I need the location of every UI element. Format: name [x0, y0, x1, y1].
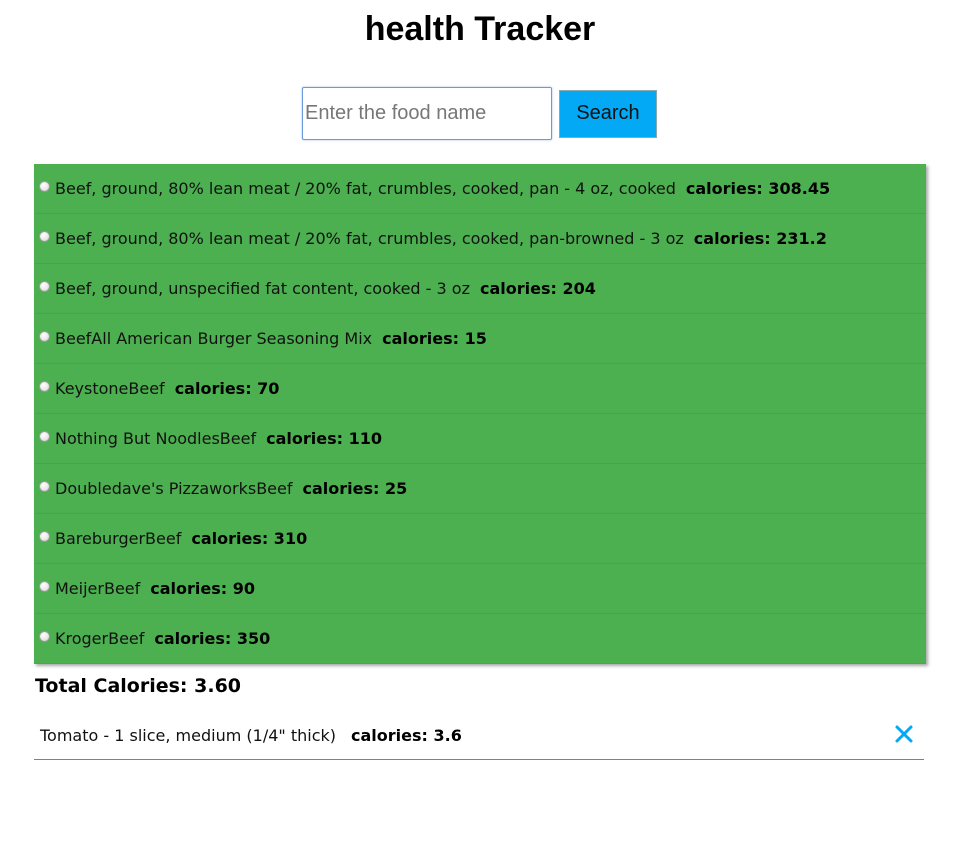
results-list: Beef, ground, 80% lean meat / 20% fat, c…: [34, 164, 926, 664]
result-item[interactable]: BareburgerBeef calories: 310: [34, 514, 926, 564]
food-name: Beef, ground, 80% lean meat / 20% fat, c…: [55, 229, 684, 248]
calories-label: calories: 231.2: [693, 229, 827, 248]
search-form: Search: [302, 87, 657, 140]
calories-label: calories: 15: [382, 329, 487, 348]
food-name: BareburgerBeef: [55, 529, 182, 548]
radio-icon[interactable]: [39, 381, 50, 392]
food-name: MeijerBeef: [55, 579, 141, 598]
search-button[interactable]: Search: [559, 89, 657, 138]
result-item[interactable]: KeystoneBeef calories: 70: [34, 364, 926, 414]
page-title: health Tracker: [364, 10, 596, 48]
calories-label: calories: 90: [150, 579, 256, 598]
page: health Tracker Search Beef, ground, 80% …: [0, 0, 963, 868]
result-item[interactable]: Beef, ground, 80% lean meat / 20% fat, c…: [34, 214, 926, 264]
food-name: Beef, ground, unspecified fat content, c…: [55, 279, 470, 298]
radio-icon[interactable]: [39, 331, 50, 342]
selected-food-name: Tomato - 1 slice, medium (1/4" thick): [40, 726, 336, 745]
total-calories: Total Calories: 3.60: [35, 675, 242, 697]
radio-icon[interactable]: [39, 481, 50, 492]
calories-label: calories: 350: [154, 629, 271, 648]
calories-label: calories: 308.45: [685, 179, 831, 198]
food-name: Nothing But NoodlesBeef: [55, 429, 257, 448]
food-name: BeefAll American Burger Seasoning Mix: [55, 329, 373, 348]
radio-icon[interactable]: [39, 281, 50, 292]
calories-label: calories: 70: [174, 379, 280, 398]
food-name: KeystoneBeef: [55, 379, 165, 398]
result-item[interactable]: MeijerBeef calories: 90: [34, 564, 926, 614]
result-item[interactable]: Nothing But NoodlesBeef calories: 110: [34, 414, 926, 464]
result-item[interactable]: BeefAll American Burger Seasoning Mix ca…: [34, 314, 926, 364]
calories-label: calories: 310: [191, 529, 308, 548]
selected-calories-label: calories: 3.6: [351, 726, 462, 745]
selected-food-item: Tomato - 1 slice, medium (1/4" thick) ca…: [34, 712, 924, 760]
calories-label: calories: 110: [266, 429, 382, 448]
food-name: KrogerBeef: [55, 629, 145, 648]
radio-icon[interactable]: [39, 531, 50, 542]
result-item[interactable]: Beef, ground, 80% lean meat / 20% fat, c…: [34, 164, 926, 214]
food-name: Doubledave's PizzaworksBeef: [55, 479, 293, 498]
radio-icon[interactable]: [39, 181, 50, 192]
calories-label: calories: 25: [302, 479, 408, 498]
radio-icon[interactable]: [39, 231, 50, 242]
food-name: Beef, ground, 80% lean meat / 20% fat, c…: [55, 179, 676, 198]
result-item[interactable]: Doubledave's PizzaworksBeef calories: 25: [34, 464, 926, 514]
radio-icon[interactable]: [39, 631, 50, 642]
close-icon[interactable]: [894, 724, 914, 744]
result-item[interactable]: Beef, ground, unspecified fat content, c…: [34, 264, 926, 314]
calories-label: calories: 204: [479, 279, 596, 298]
radio-icon[interactable]: [39, 431, 50, 442]
result-item[interactable]: KrogerBeef calories: 350: [34, 614, 926, 664]
search-input[interactable]: [302, 87, 552, 140]
radio-icon[interactable]: [39, 581, 50, 592]
